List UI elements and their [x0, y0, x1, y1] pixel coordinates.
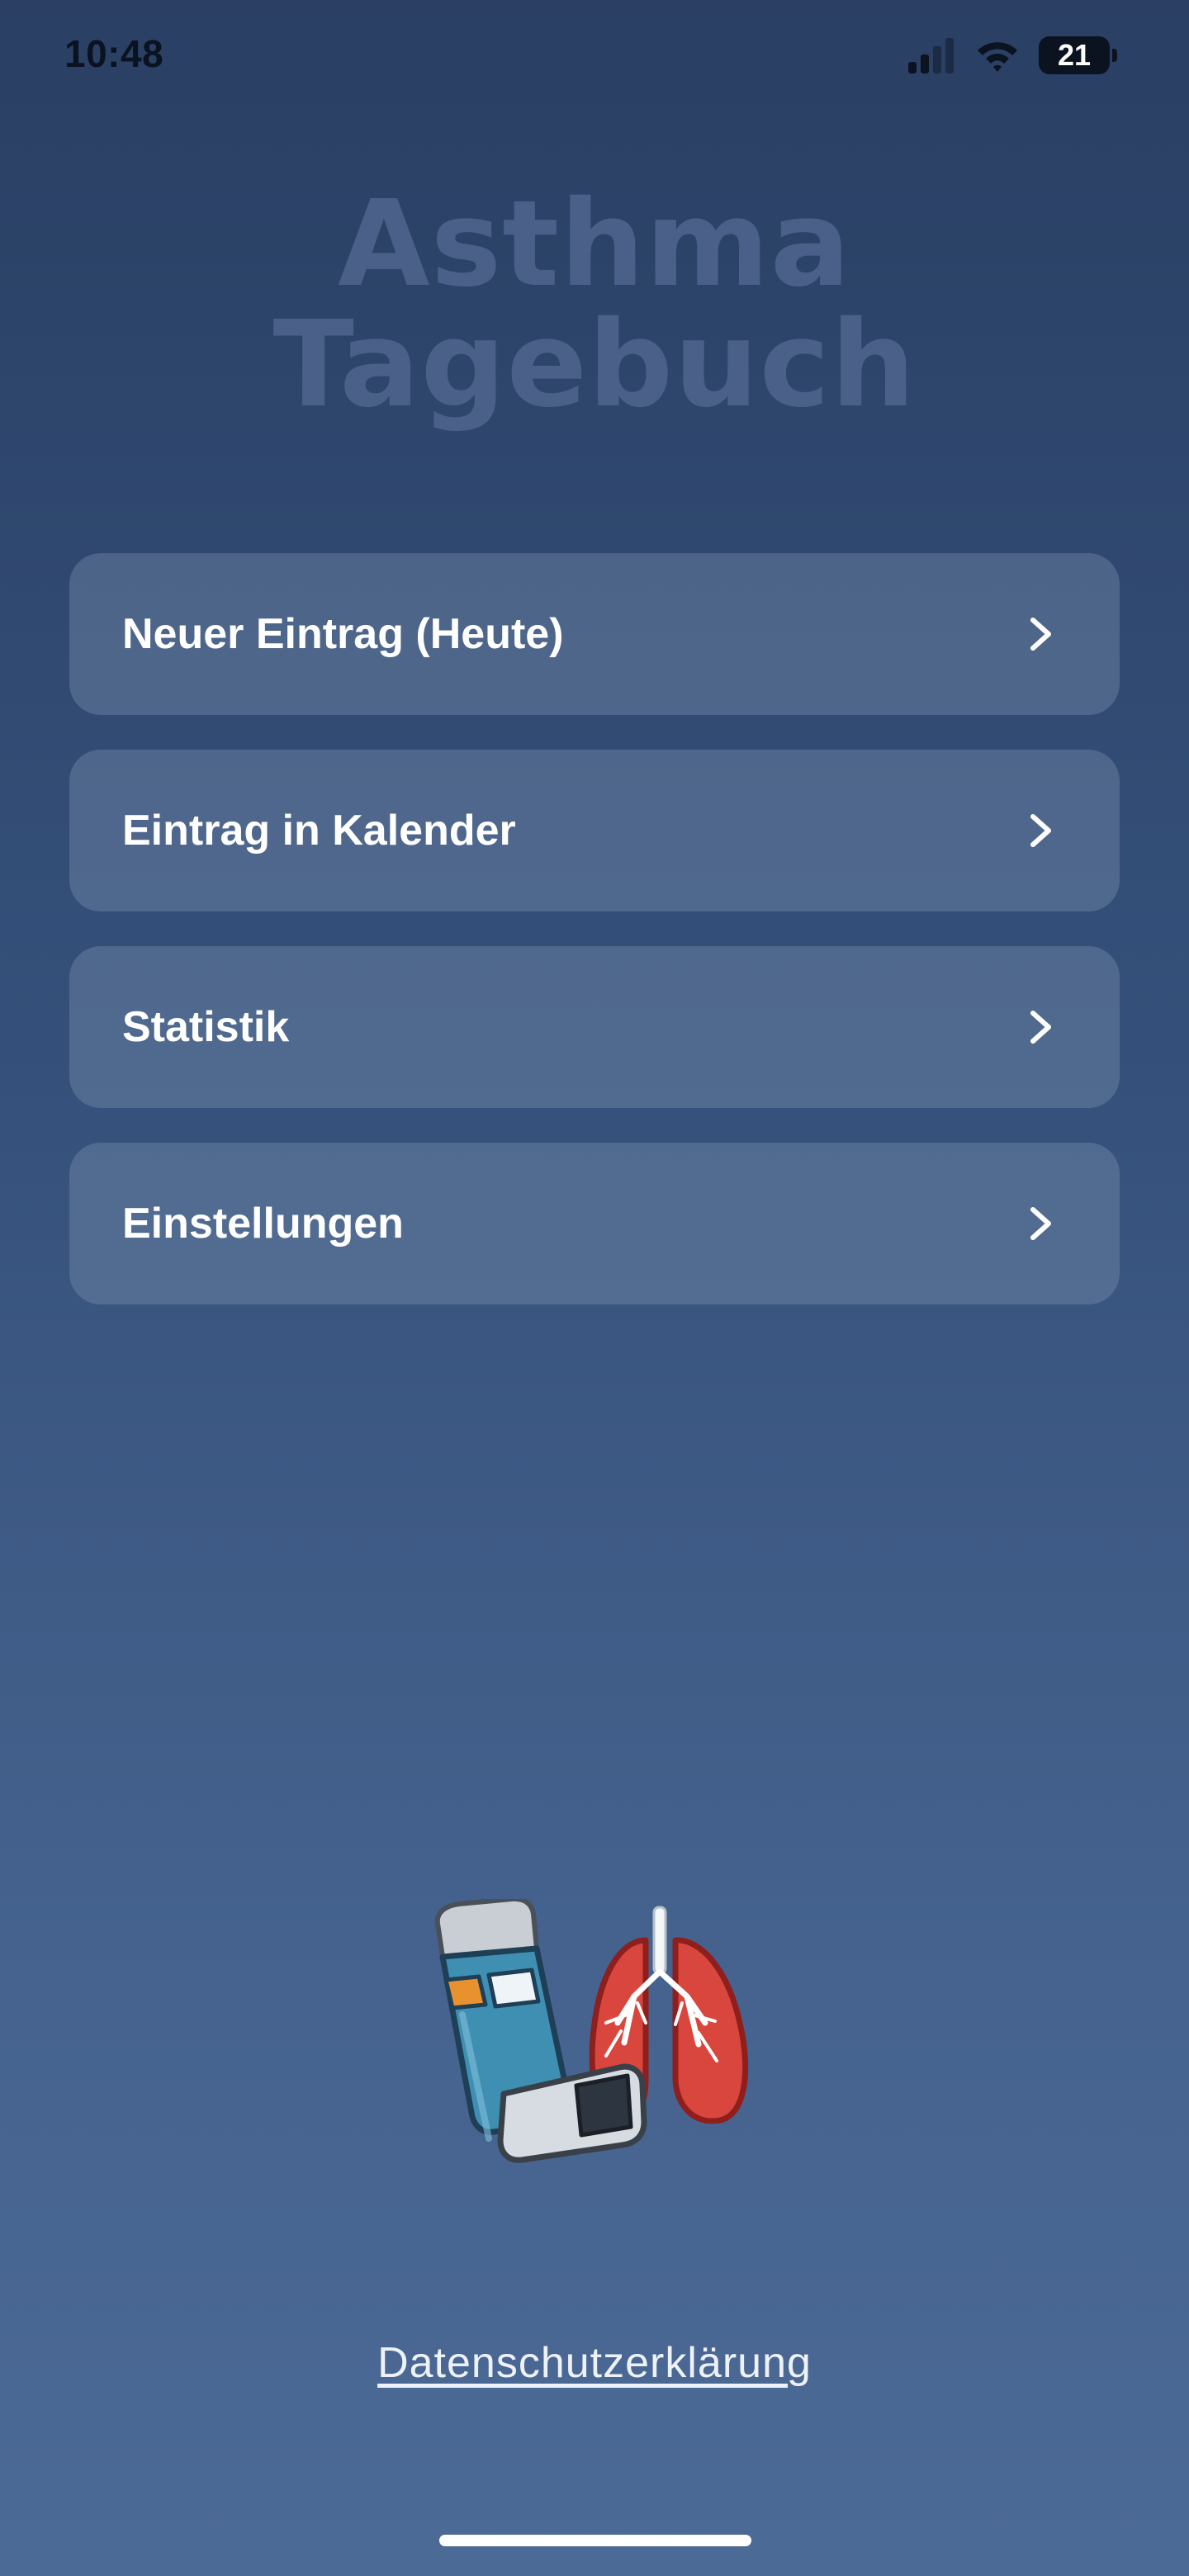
menu-item-calendar-entry[interactable]: Eintrag in Kalender — [69, 750, 1120, 912]
status-icons: 21 — [907, 36, 1117, 74]
inhaler-lungs-icon — [434, 1899, 749, 2163]
chevron-right-icon — [1030, 814, 1051, 847]
app-title-line-1: Asthma — [338, 174, 851, 313]
battery-icon: 21 — [1039, 36, 1117, 74]
menu-item-label: Eintrag in Kalender — [122, 807, 516, 855]
menu-item-statistics[interactable]: Statistik — [69, 946, 1120, 1108]
privacy-policy-link[interactable]: Datenschutzerklärung — [0, 2338, 1189, 2388]
status-time: 10:48 — [64, 32, 164, 75]
home-indicator[interactable] — [439, 2535, 751, 2546]
chevron-right-icon — [1030, 1207, 1051, 1240]
menu-item-settings[interactable]: Einstellungen — [69, 1143, 1120, 1305]
chevron-right-icon — [1030, 618, 1051, 651]
status-bar: 10:48 21 — [0, 0, 1189, 116]
main-menu: Neuer Eintrag (Heute) Eintrag in Kalende… — [69, 553, 1120, 1339]
signal-icon — [908, 38, 954, 73]
app-title: Asthma Tagebuch — [0, 183, 1189, 424]
menu-item-new-entry[interactable]: Neuer Eintrag (Heute) — [69, 553, 1120, 715]
menu-item-label: Neuer Eintrag (Heute) — [122, 610, 564, 658]
app-title-line-2: Tagebuch — [272, 295, 917, 433]
battery-level: 21 — [1057, 38, 1092, 72]
wifi-icon — [978, 42, 1017, 72]
menu-item-label: Statistik — [122, 1003, 290, 1051]
chevron-right-icon — [1030, 1011, 1051, 1044]
menu-item-label: Einstellungen — [122, 1200, 404, 1248]
